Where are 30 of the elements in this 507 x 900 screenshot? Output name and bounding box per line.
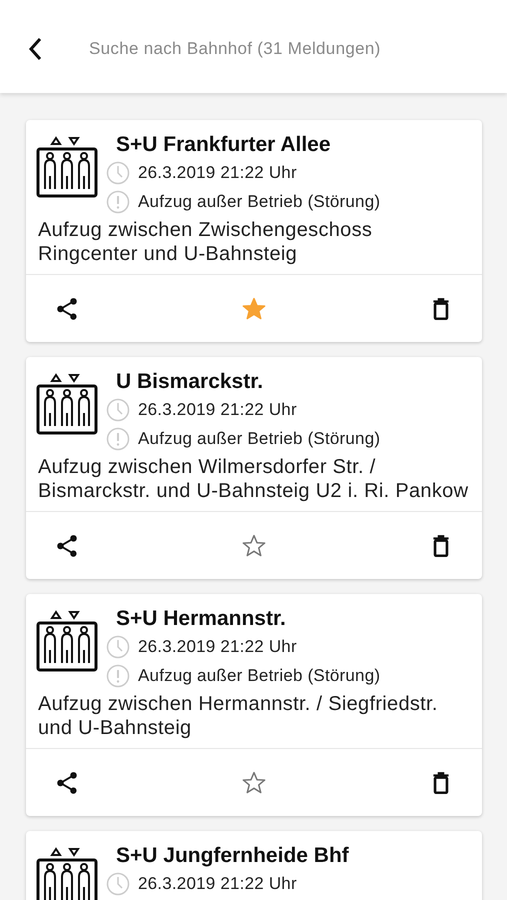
station-name: S+U Frankfurter Allee bbox=[116, 132, 332, 158]
clock-icon bbox=[106, 398, 130, 422]
clock-icon bbox=[106, 872, 130, 896]
station-name: U Bismarckstr. bbox=[116, 369, 264, 395]
warning-icon bbox=[106, 664, 130, 688]
elevator-icon bbox=[36, 845, 98, 900]
station-name: S+U Jungfernheide Bhf bbox=[116, 843, 349, 869]
status-text: Aufzug außer Betrieb (Störung) bbox=[138, 666, 380, 686]
timestamp: 26.3.2019 21:22 Uhr bbox=[138, 162, 297, 182]
station-name: S+U Hermannstr. bbox=[116, 606, 287, 632]
back-icon[interactable] bbox=[28, 36, 42, 60]
warning-icon bbox=[106, 190, 130, 214]
warning-icon bbox=[106, 426, 130, 450]
elevator-icon bbox=[36, 371, 98, 435]
timestamp: 26.3.2019 21:22 Uhr bbox=[138, 400, 297, 420]
clock-icon bbox=[106, 634, 130, 658]
star-filled-icon[interactable] bbox=[241, 296, 267, 322]
description: Aufzug zwischen Wilmersdorfer Str. / Bismarckstr. und U-Bahnsteig U2 i. Ri. Pankow bbox=[38, 455, 470, 504]
page-title: Suche nach Bahnhof (31 Meldungen) bbox=[89, 38, 381, 58]
status-text: Aufzug außer Betrieb (Störung) bbox=[138, 192, 380, 212]
timestamp: 26.3.2019 21:22 Uhr bbox=[138, 874, 297, 894]
star-outline-icon[interactable] bbox=[241, 770, 267, 796]
clock-icon bbox=[106, 160, 130, 184]
description: Aufzug zwischen Hermannstr. / Siegfriedstr. und U-Bahnsteig bbox=[38, 692, 439, 741]
elevator-icon bbox=[36, 134, 98, 198]
star-outline-icon[interactable] bbox=[241, 532, 267, 558]
status-text: Aufzug außer Betrieb (Störung) bbox=[138, 428, 380, 448]
description: Aufzug zwischen Zwischengeschoss Ringcenter und U-Bahnsteig bbox=[38, 218, 374, 267]
timestamp: 26.3.2019 21:22 Uhr bbox=[138, 636, 297, 656]
elevator-icon bbox=[36, 608, 98, 672]
